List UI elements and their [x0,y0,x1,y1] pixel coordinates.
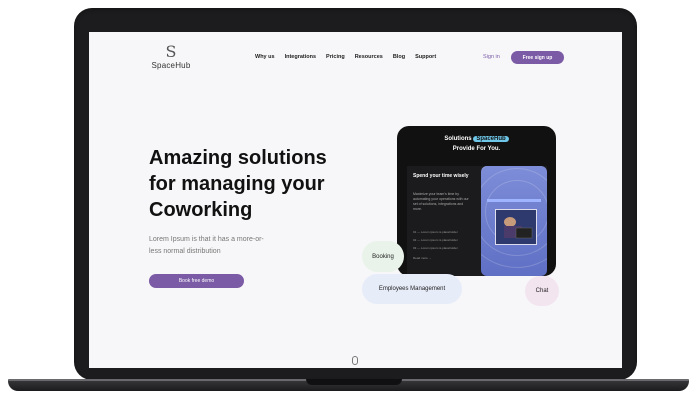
free-signup-button[interactable]: Free sign up [511,51,564,64]
hero-headline: Amazing solutions for managing your Cowo… [149,145,349,223]
solutions-card: Solutions SpaceHub Provide For You. Spen… [397,126,556,276]
nav-integrations[interactable]: Integrations [285,54,316,60]
book-demo-button[interactable]: Book free demo [149,274,244,288]
scroll-indicator-icon[interactable] [352,356,358,365]
headline-line-2: for managing your [149,173,325,195]
logo[interactable]: S SpaceHub [149,42,193,71]
logo-mark: S [165,42,177,61]
card-title: Solutions SpaceHub Provide For You. [397,134,556,154]
panel-read-more[interactable]: Read more → [413,256,463,260]
booking-chip[interactable]: Booking [362,241,404,272]
photo-strip [487,199,541,202]
nav-blog[interactable]: Blog [393,54,405,60]
main-nav: Why us Integrations Pricing Resources Bl… [255,54,446,60]
logo-text: SpaceHub [151,61,191,70]
nav-support[interactable]: Support [415,54,436,60]
nav-pricing[interactable]: Pricing [326,54,345,60]
laptop-notch [306,379,402,385]
card-panel: Spend your time wisely Maximize your tea… [407,166,547,276]
panel-illustration [481,166,547,276]
panel-line-3: 03 — Lorem ipsum is placeholder [413,246,458,250]
panel-line-1: 01 — Lorem ipsum is placeholder [413,230,458,234]
headline-line-3: Coworking [149,199,253,221]
employees-management-chip[interactable]: Employees Management [362,274,462,304]
card-title-prefix: Solutions [444,136,472,142]
hero-subtext: Lorem Ipsum is that it has a more-or- le… [149,234,329,258]
panel-line-2: 02 — Lorem ipsum is placeholder [413,238,458,242]
card-title-suffix: Provide For You. [452,146,501,152]
laptop-photo [495,209,537,245]
nav-resources[interactable]: Resources [355,54,383,60]
chat-chip[interactable]: Chat [525,276,559,306]
screen: S SpaceHub Why us Integrations Pricing R… [89,32,622,368]
card-title-badge: SpaceHub [473,136,509,142]
signin-link[interactable]: Sign in [483,54,500,60]
subtext-line-1: Lorem Ipsum is that it has a more-or- [149,236,264,243]
panel-description: Maximize your team's time by automating … [413,192,469,211]
subtext-line-2: less normal distribution [149,248,221,255]
headline-line-1: Amazing solutions [149,147,327,169]
panel-heading: Spend your time wisely [413,173,469,179]
nav-why-us[interactable]: Why us [255,54,275,60]
